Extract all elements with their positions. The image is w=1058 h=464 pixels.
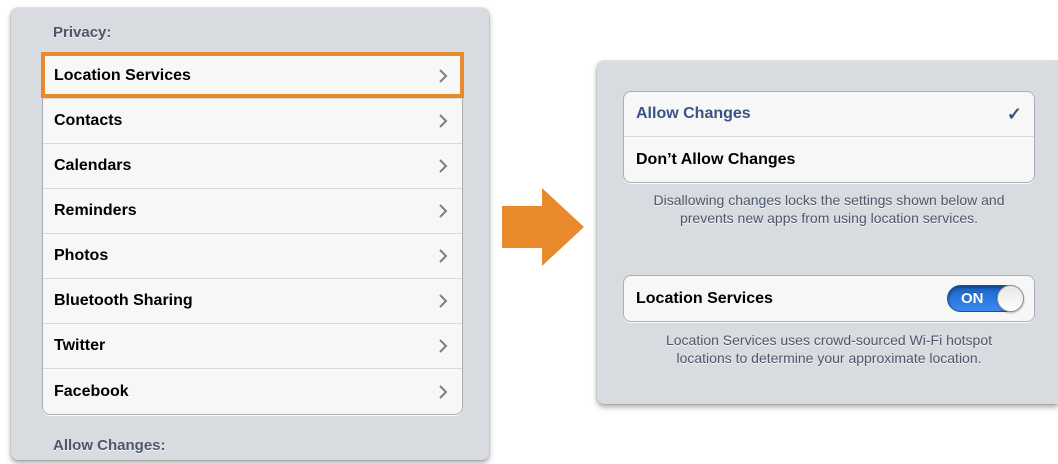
chevron-right-icon — [439, 69, 448, 83]
chevron-right-icon — [439, 114, 448, 128]
privacy-item-twitter[interactable]: Twitter — [43, 324, 462, 369]
privacy-item-facebook[interactable]: Facebook — [43, 369, 462, 414]
privacy-item-photos[interactable]: Photos — [43, 234, 462, 279]
privacy-item-calendars[interactable]: Calendars — [43, 144, 462, 189]
option-label: Don’t Allow Changes — [636, 150, 796, 168]
stage: Privacy: Location Services Contacts Cale… — [0, 0, 1058, 464]
location-restrictions-panel: Allow Changes ✓ Don’t Allow Changes Disa… — [597, 61, 1058, 404]
privacy-list: Location Services Contacts Calendars Rem… — [41, 52, 464, 415]
location-services-switch[interactable]: ON — [947, 285, 1024, 312]
privacy-item-label: Bluetooth Sharing — [54, 292, 193, 309]
chevron-right-icon — [439, 294, 448, 308]
chevron-right-icon — [439, 384, 448, 399]
allow-changes-header: Allow Changes: — [53, 437, 166, 454]
location-footer: Location Services uses crowd-sourced Wi-… — [665, 332, 993, 366]
option-dont-allow-changes[interactable]: Don’t Allow Changes — [624, 137, 1034, 182]
chevron-right-icon — [439, 204, 448, 218]
privacy-item-contacts[interactable]: Contacts — [43, 99, 462, 144]
chevron-right-icon — [439, 339, 448, 353]
arrow-right-icon — [502, 188, 584, 266]
location-services-label: Location Services — [636, 289, 773, 307]
privacy-header: Privacy: — [53, 24, 112, 41]
checkmark-icon: ✓ — [1006, 103, 1022, 124]
privacy-item-bluetooth-sharing[interactable]: Bluetooth Sharing — [43, 279, 462, 324]
option-label: Allow Changes — [636, 105, 751, 122]
switch-on-text: ON — [961, 290, 984, 307]
privacy-item-label: Calendars — [54, 157, 132, 174]
privacy-panel: Privacy: Location Services Contacts Cale… — [11, 8, 489, 460]
allow-changes-options: Allow Changes ✓ Don’t Allow Changes — [623, 91, 1035, 183]
privacy-item-label: Reminders — [54, 202, 137, 219]
privacy-item-label: Contacts — [54, 112, 123, 129]
privacy-item-location-services[interactable]: Location Services — [41, 52, 464, 99]
location-services-row: Location Services ON — [624, 276, 1034, 321]
switch-knob — [997, 285, 1024, 312]
privacy-item-label: Location Services — [54, 67, 191, 84]
privacy-item-label: Facebook — [54, 382, 129, 400]
chevron-right-icon — [439, 159, 448, 173]
location-services-group: Location Services ON — [623, 275, 1035, 322]
privacy-item-reminders[interactable]: Reminders — [43, 189, 462, 234]
option-allow-changes[interactable]: Allow Changes ✓ — [624, 92, 1034, 137]
options-footer: Disallowing changes locks the settings s… — [653, 192, 1005, 226]
privacy-item-label: Photos — [54, 247, 109, 264]
privacy-item-label: Twitter — [54, 337, 106, 354]
chevron-right-icon — [439, 249, 448, 263]
